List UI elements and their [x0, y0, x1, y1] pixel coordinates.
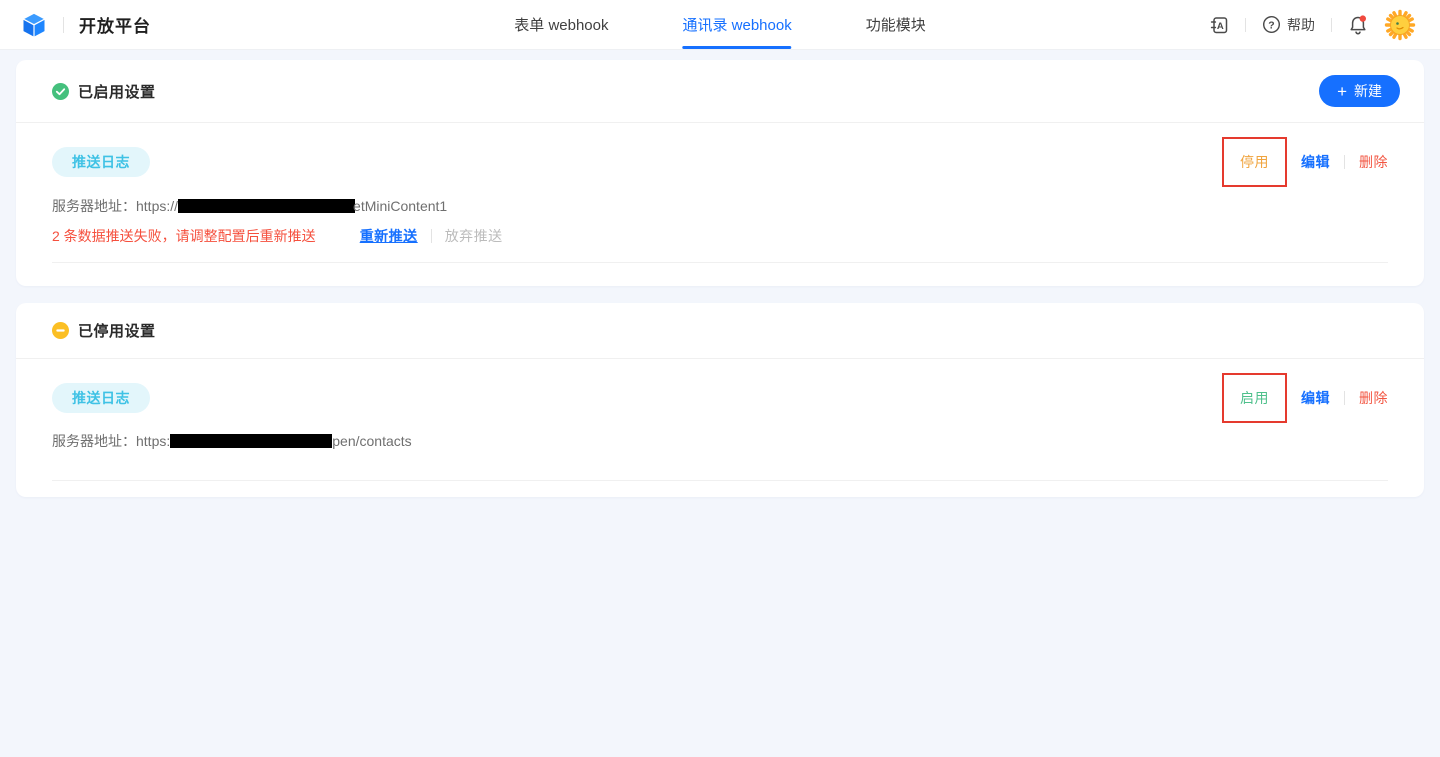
brand-divider	[63, 17, 64, 33]
topbar-right-icons: A ? 帮助	[1209, 9, 1416, 41]
top-navigation-bar: 开放平台 表单 webhook 通讯录 webhook 功能模块 A ? 帮助	[0, 0, 1440, 50]
disabled-item-row: 推送日志 启用 编辑 删除	[52, 373, 1388, 423]
bell-icon	[1348, 14, 1368, 36]
server-address-prefix: 服务器地址：https://	[52, 196, 178, 216]
section-title: 已启用设置	[78, 81, 156, 102]
address-book-icon: A	[1209, 15, 1229, 35]
brand-area: 开放平台	[20, 11, 151, 39]
disabled-title-group: 已停用设置	[52, 320, 156, 341]
create-new-label: 新建	[1354, 81, 1382, 101]
divider	[1344, 155, 1345, 169]
delete-link[interactable]: 删除	[1359, 152, 1388, 172]
disabled-settings-card: 已停用设置 推送日志 启用 编辑 删除 服务器地址：https: pen/cont…	[16, 303, 1424, 497]
enabled-settings-card: 已启用设置 + 新建 推送日志 停用 编辑 删除 服务器	[16, 60, 1424, 286]
enabled-card-body: 推送日志 停用 编辑 删除 服务器地址：https:// etMiniConten…	[16, 137, 1424, 286]
svg-text:A: A	[1217, 21, 1224, 32]
abandon-push-link[interactable]: 放弃推送	[445, 226, 503, 246]
notification-bell-icon[interactable]	[1348, 14, 1368, 36]
enable-link[interactable]: 启用	[1240, 388, 1269, 408]
disabled-card-header: 已停用设置	[16, 303, 1424, 358]
divider	[1331, 18, 1332, 32]
section-title: 已停用设置	[78, 320, 156, 341]
disabled-card-body: 推送日志 启用 编辑 删除 服务器地址：https: pen/contacts	[16, 373, 1424, 497]
server-address-suffix: pen/contacts	[332, 433, 411, 449]
edit-link[interactable]: 编辑	[1301, 388, 1330, 408]
annotation-highlight-box: 停用	[1222, 137, 1287, 187]
create-new-button[interactable]: + 新建	[1319, 75, 1400, 107]
server-address-prefix: 服务器地址：https:	[52, 431, 170, 451]
server-address-line: 服务器地址：https: pen/contacts	[52, 431, 1388, 451]
nav-tabs: 表单 webhook 通讯录 webhook 功能模块	[514, 0, 925, 49]
redacted-url-segment	[170, 434, 332, 448]
question-circle-icon: ?	[1262, 15, 1281, 34]
server-address-line: 服务器地址：https:// etMiniContent1	[52, 196, 1388, 216]
enabled-item-actions: 停用 编辑 删除	[1222, 137, 1388, 187]
svg-text:?: ?	[1268, 20, 1274, 31]
app-logo-cube-icon	[20, 11, 48, 39]
tab-form-webhook[interactable]: 表单 webhook	[514, 0, 608, 49]
divider	[1245, 18, 1246, 32]
sunflower-avatar-icon	[1384, 9, 1416, 41]
disable-link[interactable]: 停用	[1240, 152, 1269, 172]
tab-feature-modules[interactable]: 功能模块	[866, 0, 926, 49]
redacted-url-segment	[178, 199, 355, 213]
server-address-suffix: etMiniContent1	[353, 198, 447, 214]
push-error-line: 2 条数据推送失败，请调整配置后重新推送 重新推送 放弃推送	[52, 226, 1388, 246]
push-error-text: 2 条数据推送失败，请调整配置后重新推送	[52, 226, 316, 246]
divider	[1344, 391, 1345, 405]
push-log-button[interactable]: 推送日志	[52, 147, 150, 177]
delete-link[interactable]: 删除	[1359, 388, 1388, 408]
contacts-book-icon[interactable]: A	[1209, 15, 1229, 35]
enabled-card-header: 已启用设置 + 新建	[16, 60, 1424, 122]
plus-icon: +	[1337, 83, 1347, 100]
annotation-highlight-box: 启用	[1222, 373, 1287, 423]
tab-contacts-webhook[interactable]: 通讯录 webhook	[682, 0, 791, 49]
retry-push-link[interactable]: 重新推送	[360, 226, 418, 246]
disabled-item-actions: 启用 编辑 删除	[1222, 373, 1388, 423]
enabled-item-row: 推送日志 停用 编辑 删除	[52, 137, 1388, 187]
divider	[16, 358, 1424, 359]
push-log-button[interactable]: 推送日志	[52, 383, 150, 413]
main-content: 已启用设置 + 新建 推送日志 停用 编辑 删除 服务器	[0, 50, 1440, 497]
divider	[16, 122, 1424, 123]
app-title: 开放平台	[79, 12, 151, 37]
minus-circle-icon	[52, 322, 69, 339]
help-label: 帮助	[1287, 15, 1315, 35]
divider	[431, 229, 432, 243]
enabled-title-group: 已启用设置	[52, 81, 156, 102]
help-button[interactable]: ? 帮助	[1262, 15, 1315, 35]
check-circle-icon	[52, 83, 69, 100]
user-avatar[interactable]	[1384, 9, 1416, 41]
edit-link[interactable]: 编辑	[1301, 152, 1330, 172]
